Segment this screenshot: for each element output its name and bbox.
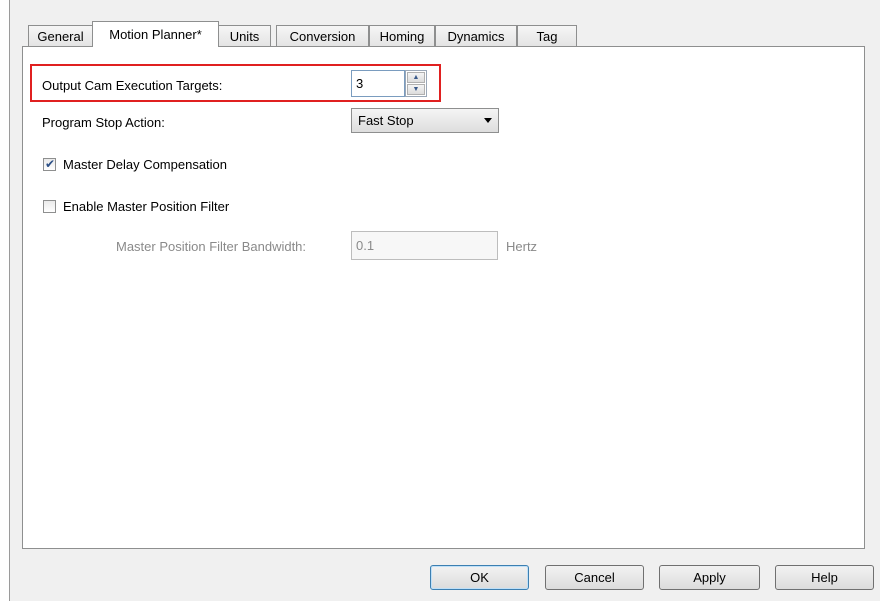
output-cam-label: Output Cam Execution Targets: [42, 78, 223, 93]
help-button[interactable]: Help [775, 565, 874, 590]
bandwidth-input [351, 231, 498, 260]
tab-general[interactable]: General [28, 25, 93, 47]
enable-filter-checkbox[interactable] [43, 200, 56, 213]
tab-dynamics[interactable]: Dynamics [435, 25, 517, 47]
apply-button[interactable]: Apply [659, 565, 760, 590]
master-delay-checkbox[interactable]: ✔ [43, 157, 56, 171]
bandwidth-label: Master Position Filter Bandwidth: [116, 239, 307, 254]
program-stop-value: Fast Stop [358, 113, 414, 128]
tab-homing[interactable]: Homing [369, 25, 435, 47]
tab-tag[interactable]: Tag [517, 25, 577, 47]
master-delay-label: Master Delay Compensation [63, 157, 228, 172]
spin-down-icon[interactable]: ▼ [407, 84, 425, 95]
output-cam-input[interactable] [351, 70, 405, 97]
bandwidth-unit: Hertz [506, 239, 538, 254]
chevron-down-icon [484, 118, 492, 123]
enable-filter-label: Enable Master Position Filter [63, 199, 230, 214]
tab-units[interactable]: Units [218, 25, 271, 47]
spin-up-icon[interactable]: ▲ [407, 72, 425, 83]
program-stop-select[interactable]: Fast Stop [351, 108, 499, 133]
window-top-edge [10, 0, 880, 8]
program-stop-label: Program Stop Action: [42, 115, 165, 130]
tab-conversion[interactable]: Conversion [276, 25, 369, 47]
tab-motion-planner[interactable]: Motion Planner* [92, 21, 219, 47]
cancel-button[interactable]: Cancel [545, 565, 644, 590]
output-cam-spinner[interactable]: ▲ ▼ [405, 70, 427, 97]
checkmark-icon: ✔ [45, 157, 56, 171]
window-left-edge [0, 0, 10, 601]
ok-button[interactable]: OK [430, 565, 529, 590]
